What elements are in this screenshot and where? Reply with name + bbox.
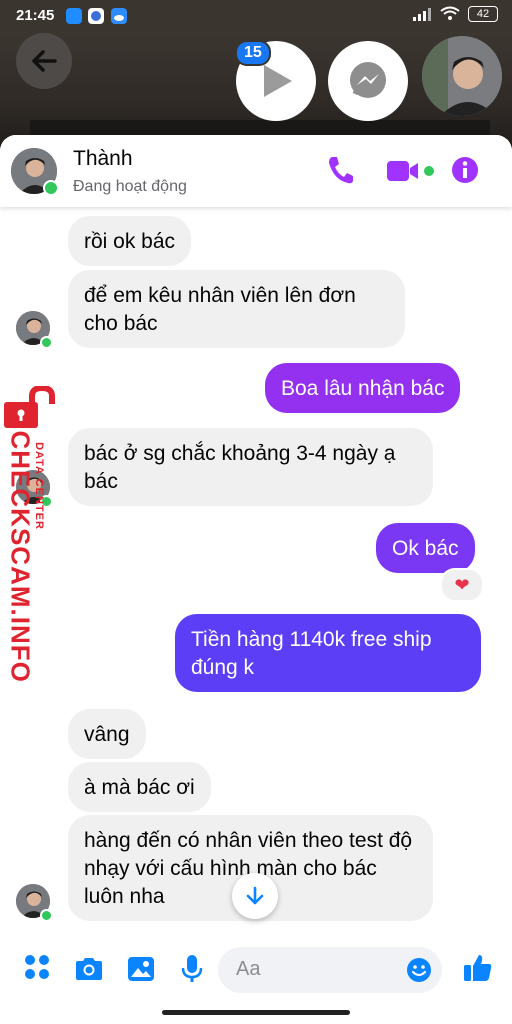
apps-icon[interactable] <box>24 954 50 980</box>
contact-name[interactable]: Thành <box>73 147 133 171</box>
phone-icon[interactable] <box>326 155 354 185</box>
message-outgoing[interactable]: Ok bác <box>376 523 475 573</box>
watermark-brand: CHECKSCAM.INFO <box>5 430 36 683</box>
messenger-chat-head[interactable] <box>328 41 408 121</box>
lock-icon <box>4 386 55 428</box>
notification-app-icon <box>88 8 104 24</box>
camera-icon[interactable] <box>74 956 104 982</box>
heart-reaction[interactable]: ❤ <box>440 568 484 602</box>
contact-photo <box>422 36 502 116</box>
signal-icon <box>413 8 431 21</box>
message-incoming[interactable]: à mà bác ơi <box>68 762 211 812</box>
status-time: 21:45 <box>16 7 55 24</box>
message-input[interactable] <box>234 957 398 982</box>
home-indicator <box>162 1010 350 1015</box>
conversation-header: Thành Đang hoạt động <box>0 135 512 207</box>
emoji-icon[interactable] <box>406 957 432 983</box>
battery-indicator: 42 <box>468 6 498 22</box>
scroll-to-bottom-button[interactable] <box>232 873 278 919</box>
play-icon <box>264 65 292 97</box>
message-incoming[interactable]: vâng <box>68 709 146 759</box>
video-call-icon[interactable] <box>386 159 422 183</box>
message-input-container[interactable] <box>218 947 442 993</box>
back-button[interactable] <box>16 33 72 89</box>
info-icon[interactable] <box>451 156 479 184</box>
message-incoming[interactable]: để em kêu nhân viên lên đơn cho bác <box>68 270 405 348</box>
contact-status: Đang hoạt động <box>73 178 187 195</box>
online-indicator <box>43 180 59 196</box>
arrow-down-icon <box>246 886 264 905</box>
thumbs-up-icon[interactable] <box>463 953 493 983</box>
status-bar: 21:45 42 <box>0 0 512 32</box>
messenger-icon <box>350 62 386 98</box>
online-indicator <box>40 336 53 349</box>
wifi-icon <box>440 6 460 20</box>
video-active-dot <box>424 166 434 176</box>
online-indicator <box>40 909 53 922</box>
cloud-icon <box>111 8 127 24</box>
message-incoming[interactable]: rồi ok bác <box>68 216 192 266</box>
contact-chat-head[interactable] <box>422 36 502 116</box>
message-outgoing[interactable]: Boa lâu nhận bác <box>265 363 461 413</box>
message-composer <box>0 936 512 1006</box>
arrow-left-icon <box>32 50 57 72</box>
notification-app-icon <box>66 8 82 24</box>
message-incoming[interactable]: bác ở sg chắc khoảng 3-4 ngày ạ bác <box>68 428 433 506</box>
message-outgoing[interactable]: Tiền hàng 1140k free ship đúng k <box>175 614 481 692</box>
unread-count-badge: 15 <box>235 40 271 66</box>
image-icon[interactable] <box>127 956 155 982</box>
microphone-icon[interactable] <box>181 954 203 984</box>
